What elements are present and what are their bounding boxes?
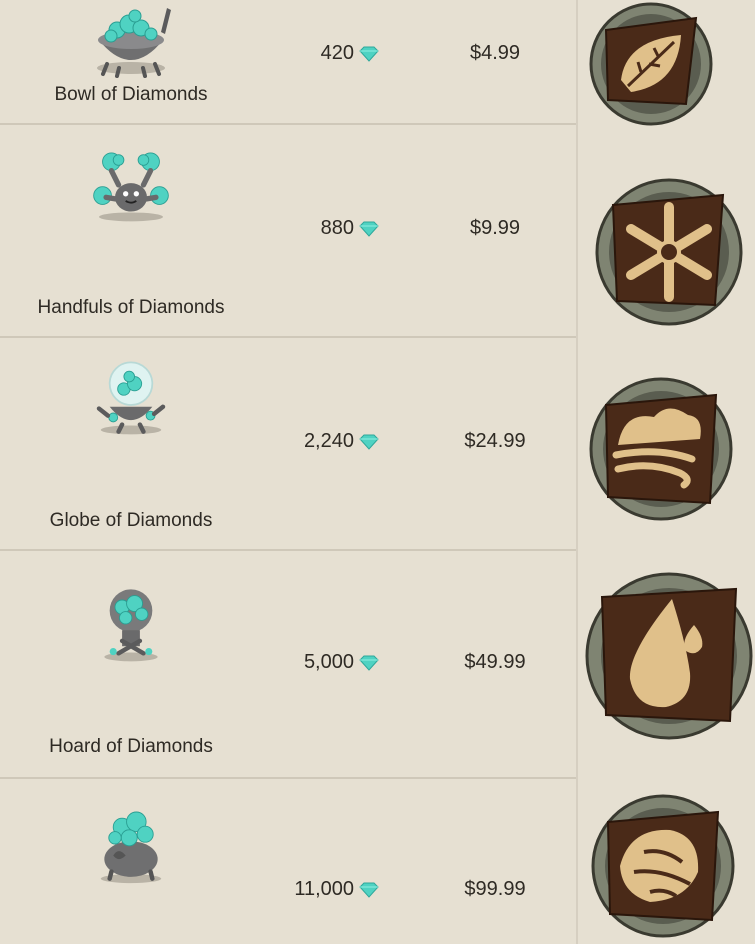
item-name: Bowl of Diamonds xyxy=(54,84,208,105)
store-row-globe[interactable]: Globe of Diamonds 2,240 $24.99 xyxy=(0,337,577,550)
diamond-icon xyxy=(359,655,379,671)
diamond-amount: 420 xyxy=(260,42,410,65)
column-divider xyxy=(576,0,578,944)
item-name: Hoard of Diamonds xyxy=(49,736,213,757)
diamond-icon xyxy=(359,882,379,898)
price-label: $99.99 xyxy=(464,878,526,900)
store-row-hoard[interactable]: Hoard of Diamonds 5,000 $49.99 xyxy=(0,550,577,778)
store-row-bowl[interactable]: Bowl of Diamonds 420 $4.99 xyxy=(0,0,577,124)
diamond-count: 2,240 xyxy=(303,430,354,452)
store-row-handfuls[interactable]: Handfuls of Diamonds 880 $9.99 xyxy=(0,124,577,337)
item-name: Handfuls of Diamonds xyxy=(37,297,225,318)
earth-rock-icon xyxy=(591,794,735,938)
diamond-amount: 2,240 xyxy=(260,430,410,453)
wind-air-icon xyxy=(589,377,733,521)
diamond-amount: 880 xyxy=(260,217,410,240)
diamond-amount: 5,000 xyxy=(260,651,410,674)
price-label: $9.99 xyxy=(469,217,521,239)
diamond-icon xyxy=(359,46,379,62)
diamond-count: 11,000 xyxy=(294,878,354,900)
item-name: Globe of Diamonds xyxy=(49,510,213,531)
price-label: $24.99 xyxy=(464,430,526,452)
snowflake-cold-icon xyxy=(595,178,743,326)
row-divider xyxy=(0,777,577,779)
diamond-count: 880 xyxy=(320,217,354,239)
globe-of-diamonds-icon xyxy=(96,361,166,435)
row-divider xyxy=(0,336,577,338)
water-drop-icon xyxy=(585,572,753,740)
diamond-icon xyxy=(359,221,379,237)
handfuls-of-diamonds-icon xyxy=(93,152,169,222)
diamond-monster-icon xyxy=(100,811,162,884)
diamond-icon xyxy=(359,434,379,450)
store-row-11000[interactable]: 11,000 $99.99 xyxy=(0,778,577,944)
diamond-count: 5,000 xyxy=(303,651,354,673)
price-label: $49.99 xyxy=(464,651,526,673)
price-label: $4.99 xyxy=(469,42,521,64)
row-divider xyxy=(0,549,577,551)
bowl-of-diamonds-icon xyxy=(97,8,171,78)
row-divider xyxy=(0,123,577,125)
diamond-count: 420 xyxy=(320,42,354,64)
hoard-of-diamonds-icon xyxy=(104,589,158,662)
leaf-plant-icon xyxy=(589,2,713,126)
diamond-amount: 11,000 xyxy=(260,878,410,901)
